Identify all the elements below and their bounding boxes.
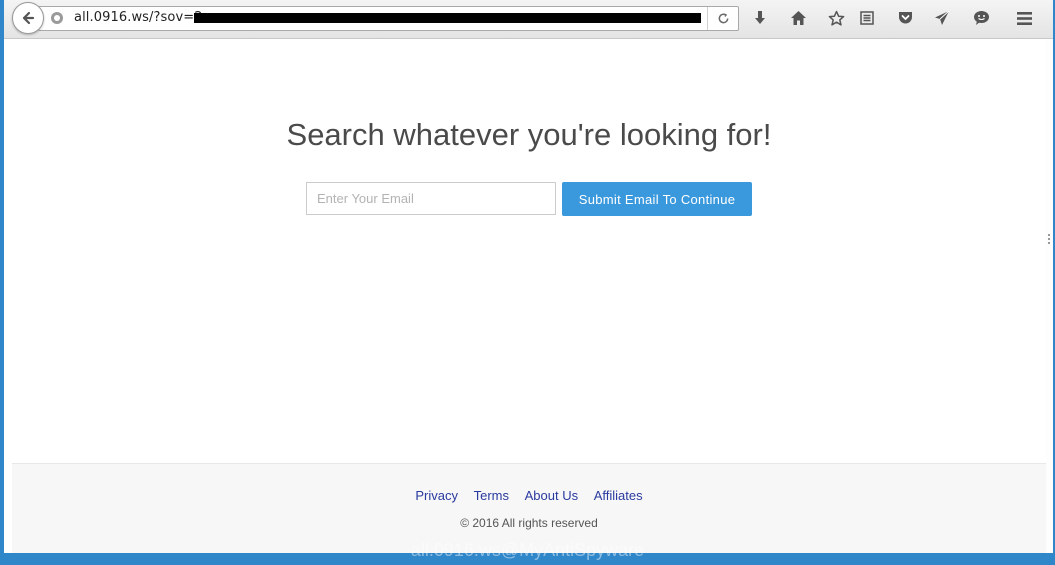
- share-icon: [935, 10, 950, 25]
- page-content: Search whatever you're looking for! Subm…: [12, 39, 1046, 553]
- pocket-button[interactable]: [895, 8, 915, 28]
- home-button[interactable]: [788, 8, 808, 28]
- footer-link-terms[interactable]: Terms: [474, 488, 509, 503]
- menu-button[interactable]: [1014, 8, 1034, 28]
- reading-list-button[interactable]: [857, 8, 877, 28]
- download-button[interactable]: [750, 8, 770, 28]
- bookmark-button[interactable]: [826, 8, 846, 28]
- footer-link-affiliates[interactable]: Affiliates: [594, 488, 643, 503]
- download-icon: [755, 11, 765, 24]
- url-bar[interactable]: all.0916.ws/?sov=2: [38, 6, 739, 31]
- footer-link-about-us[interactable]: About Us: [525, 488, 578, 503]
- chat-button[interactable]: [971, 8, 991, 28]
- chat-icon: [973, 11, 989, 25]
- back-arrow-icon: [22, 11, 35, 25]
- share-button[interactable]: [932, 8, 952, 28]
- copyright-text: © 2016 All rights reserved: [460, 516, 598, 530]
- resize-grip[interactable]: [1048, 234, 1052, 244]
- submit-email-button[interactable]: Submit Email To Continue: [562, 182, 752, 216]
- pocket-icon: [898, 12, 912, 24]
- footer-links: Privacy Terms About Us Affiliates: [12, 488, 1046, 503]
- url-redaction: [194, 13, 701, 23]
- home-icon: [790, 11, 806, 25]
- footer-link-privacy[interactable]: Privacy: [415, 488, 458, 503]
- reload-icon: [718, 13, 728, 24]
- browser-toolbar: all.0916.ws/?sov=2: [4, 0, 1053, 39]
- reload-button[interactable]: [707, 7, 738, 30]
- window-right-edge: [1046, 39, 1053, 553]
- page-footer: Privacy Terms About Us Affiliates © 2016…: [12, 463, 1046, 553]
- reading-list-icon: [860, 11, 874, 25]
- site-info-icon[interactable]: [50, 11, 64, 25]
- page-headline: Search whatever you're looking for!: [286, 117, 772, 152]
- browser-window: all.0916.ws/?sov=2 Search whatever you'r…: [4, 0, 1053, 553]
- bookmark-star-icon: [828, 10, 844, 26]
- menu-icon: [1016, 11, 1032, 25]
- back-button[interactable]: [12, 2, 44, 34]
- email-field[interactable]: [306, 182, 556, 215]
- url-text[interactable]: all.0916.ws/?sov=2: [74, 10, 203, 25]
